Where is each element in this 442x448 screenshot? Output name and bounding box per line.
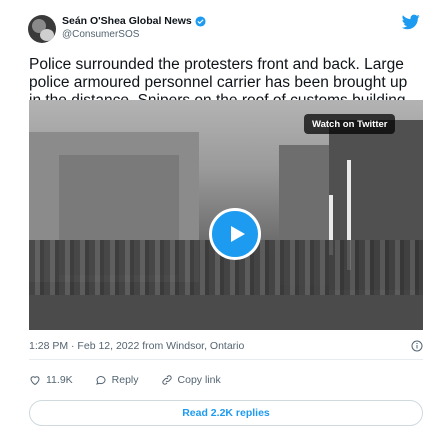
copy-link-button[interactable]: Copy link [161, 374, 221, 386]
watch-on-twitter-badge[interactable]: Watch on Twitter [304, 114, 396, 134]
tweet-meta: 1:28 PM · Feb 12, 2022 from Windsor, Ont… [29, 340, 423, 352]
tweet-card: Seán O'Shea Global News @ConsumerSOS Pol… [0, 0, 442, 448]
play-button[interactable] [209, 208, 261, 260]
copy-link-label: Copy link [177, 374, 221, 386]
reply-icon [95, 376, 106, 385]
divider [29, 359, 423, 360]
avatar[interactable] [28, 15, 56, 43]
twitter-bird-icon[interactable] [402, 14, 420, 30]
tweet-actions: 11.9K Reply Copy link [29, 374, 243, 386]
author-name[interactable]: Seán O'Shea Global News [62, 15, 192, 27]
video-player[interactable]: Watch on Twitter [29, 100, 423, 330]
read-replies-button[interactable]: Read 2.2K replies [29, 400, 423, 426]
reply-button[interactable]: Reply [95, 374, 139, 386]
like-button[interactable]: 11.9K [29, 374, 73, 386]
timestamp[interactable]: 1:28 PM · Feb 12, 2022 from Windsor, Ont… [29, 340, 244, 352]
heart-icon [30, 376, 40, 386]
verified-badge-icon [195, 15, 206, 27]
author-name-row[interactable]: Seán O'Shea Global News [62, 15, 206, 27]
info-icon[interactable] [411, 340, 423, 352]
play-icon [230, 226, 245, 242]
reply-label: Reply [111, 374, 139, 386]
author-handle[interactable]: @ConsumerSOS [62, 29, 139, 40]
like-count: 11.9K [46, 374, 73, 386]
link-icon [161, 375, 172, 385]
